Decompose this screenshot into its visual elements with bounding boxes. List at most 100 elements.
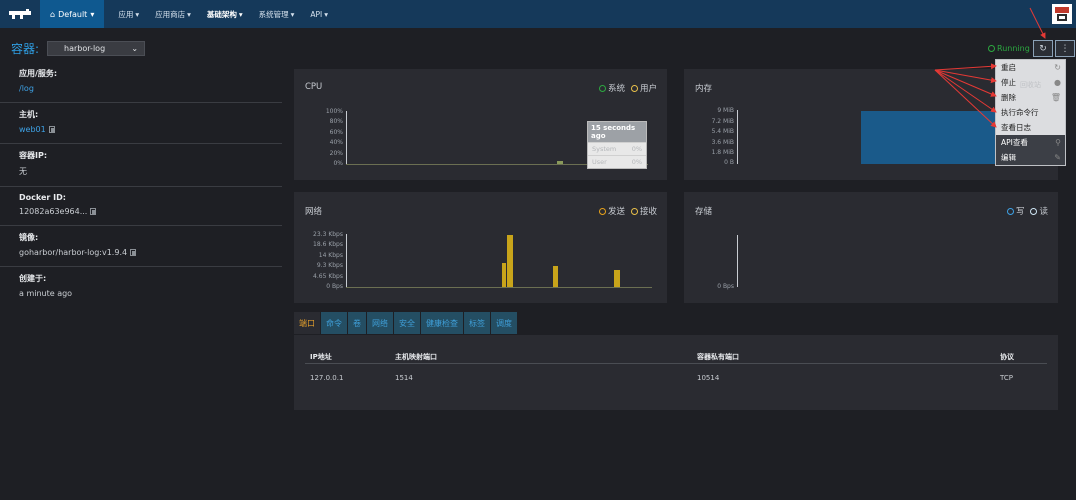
nav-catalog[interactable]: 应用商店 ▾ — [147, 0, 199, 28]
cpu-title: CPU — [305, 82, 323, 92]
net-bar — [502, 263, 506, 287]
menu-item-delete[interactable]: 删除 🗑 — [996, 90, 1065, 105]
net-bar — [507, 235, 513, 287]
network-legend: 发送 接收 — [598, 205, 657, 217]
net-bar — [614, 270, 620, 287]
nav-admin[interactable]: 系统管理 ▾ — [251, 0, 303, 28]
storage-legend: 写 读 — [1006, 205, 1048, 217]
memory-area — [861, 111, 998, 164]
chevron-down-icon: ▾ — [324, 9, 329, 19]
stop-icon: ● — [1054, 78, 1061, 87]
menu-item-view-logs[interactable]: 查看日志 — [996, 120, 1065, 135]
tab-volumes[interactable]: 卷 — [348, 312, 366, 334]
host-link[interactable]: web01 — [19, 125, 46, 134]
legend-user: 用户 — [630, 82, 657, 94]
menu-item-edit[interactable]: 编辑 ✎ — [996, 150, 1065, 165]
y-tick: 60% — [329, 129, 343, 136]
y-axis — [346, 111, 347, 165]
chevron-down-icon: ▾ — [238, 9, 243, 19]
tab-scheduling[interactable]: 调度 — [491, 312, 517, 334]
page-title: 容器: harbor-log ⌄ — [11, 40, 146, 57]
info-service: 应用/服务: /log — [0, 62, 282, 103]
tab-network[interactable]: 网络 — [367, 312, 393, 334]
more-actions-button[interactable]: ⋮ — [1055, 40, 1075, 57]
refresh-icon: ↻ — [1039, 43, 1047, 54]
pencil-icon: ✎ — [1054, 153, 1061, 162]
memory-title: 内存 — [695, 84, 713, 94]
y-tick: 20% — [329, 150, 343, 157]
info-ip: 容器IP: 无 — [0, 144, 282, 187]
nav-apps[interactable]: 应用 ▾ — [110, 0, 147, 28]
y-tick: 3.6 MiB — [711, 139, 734, 146]
table-header: IP地址 主机映射端口 容器私有端口 协议 — [305, 350, 1047, 364]
table-row: 127.0.0.1 1514 10514 TCP — [310, 374, 1013, 382]
menu-item-exec-shell[interactable]: 执行命令行 — [996, 105, 1065, 120]
copy-icon[interactable] — [48, 126, 55, 133]
cpu-legend: 系统 用户 — [598, 82, 657, 94]
y-tick: 80% — [329, 118, 343, 125]
legend-read: 读 — [1030, 205, 1048, 217]
tab-command[interactable]: 命令 — [321, 312, 347, 334]
y-tick: 0% — [333, 160, 343, 167]
y-axis — [737, 110, 738, 164]
chevron-down-icon: ▾ — [290, 9, 295, 19]
y-tick: 7.2 MiB — [711, 118, 734, 125]
legend-circle-icon — [630, 207, 638, 215]
storage-title: 存储 — [695, 207, 713, 217]
nav-infrastructure[interactable]: 基础架构 ▾ — [199, 0, 251, 28]
chevron-down-icon: ▾ — [90, 9, 95, 19]
restart-button[interactable]: ↻ — [1033, 40, 1053, 57]
cpu-bar — [557, 161, 563, 164]
status-badge: Running — [988, 44, 1030, 53]
link-icon: ⚲ — [1055, 138, 1061, 147]
tab-ports[interactable]: 端口 — [294, 312, 320, 334]
y-tick: 9.3 Kbps — [316, 262, 343, 269]
nav-api[interactable]: API ▾ — [302, 0, 336, 28]
x-axis — [346, 287, 652, 288]
info-host: 主机: web01 — [0, 103, 282, 144]
status-circle-icon — [988, 45, 995, 52]
y-axis — [346, 234, 347, 288]
tab-security[interactable]: 安全 — [394, 312, 420, 334]
info-docker-id: Docker ID: 12082a63e964... — [0, 187, 282, 226]
menu-item-restart[interactable]: 重启 ↻ — [996, 60, 1065, 75]
legend-write: 写 — [1006, 205, 1024, 217]
copy-icon[interactable] — [90, 208, 97, 215]
y-tick: 4.65 Kbps — [313, 273, 343, 280]
legend-circle-icon — [598, 84, 606, 92]
net-bar — [553, 266, 558, 287]
y-tick: 5.4 MiB — [711, 128, 734, 135]
env-selector[interactable]: ⌂ Default ▾ — [40, 0, 105, 28]
trash-icon: 🗑 — [1050, 93, 1061, 102]
y-tick: 0 B — [724, 159, 734, 166]
more-vertical-icon: ⋮ — [1060, 43, 1070, 54]
menu-item-view-api[interactable]: API查看 ⚲ — [996, 135, 1065, 150]
legend-circle-icon — [598, 207, 606, 215]
y-axis — [737, 235, 738, 287]
tab-labels[interactable]: 标签 — [464, 312, 490, 334]
y-tick: 14 Kbps — [318, 252, 343, 259]
legend-system: 系统 — [598, 82, 625, 94]
y-tick: 9 MiB — [717, 107, 734, 114]
copy-icon[interactable] — [130, 249, 137, 256]
top-nav: ⌂ Default ▾ 应用 ▾ 应用商店 ▾ 基础架构 ▾ 系统管理 ▾ API ▾ — [0, 0, 1076, 28]
title-label: 容器: — [11, 42, 40, 56]
refresh-icon: ↻ — [1054, 63, 1061, 72]
container-select[interactable]: harbor-log ⌄ — [47, 41, 146, 56]
legend-receive: 接收 — [630, 205, 657, 217]
storage-panel: 存储 写 读 — [684, 192, 1058, 303]
info-image: 镜像: goharbor/harbor-log:v1.9.4 — [0, 226, 282, 267]
legend-circle-icon — [1030, 207, 1038, 215]
chevron-down-icon: ▾ — [135, 9, 140, 19]
y-tick: 1.8 MiB — [711, 149, 734, 156]
tab-health-check[interactable]: 健康检查 — [421, 312, 463, 334]
service-link[interactable]: /log — [19, 84, 282, 93]
actions-menu: 重启 ↻ 停止 ● 删除 🗑 执行命令行 查看日志 API查看 ⚲ 编辑 ✎ — [995, 59, 1066, 166]
detail-tabs: 端口 命令 卷 网络 安全 健康检查 标签 调度 — [294, 312, 517, 334]
y-tick: 23.3 Kbps — [313, 231, 343, 238]
user-avatar[interactable] — [1052, 4, 1072, 24]
y-tick: 0 Bps — [717, 283, 734, 290]
cpu-tooltip: 15 seconds ago System 0% User 0% — [587, 121, 647, 169]
rancher-logo[interactable] — [0, 0, 40, 28]
chevron-down-icon: ⌄ — [131, 44, 139, 53]
